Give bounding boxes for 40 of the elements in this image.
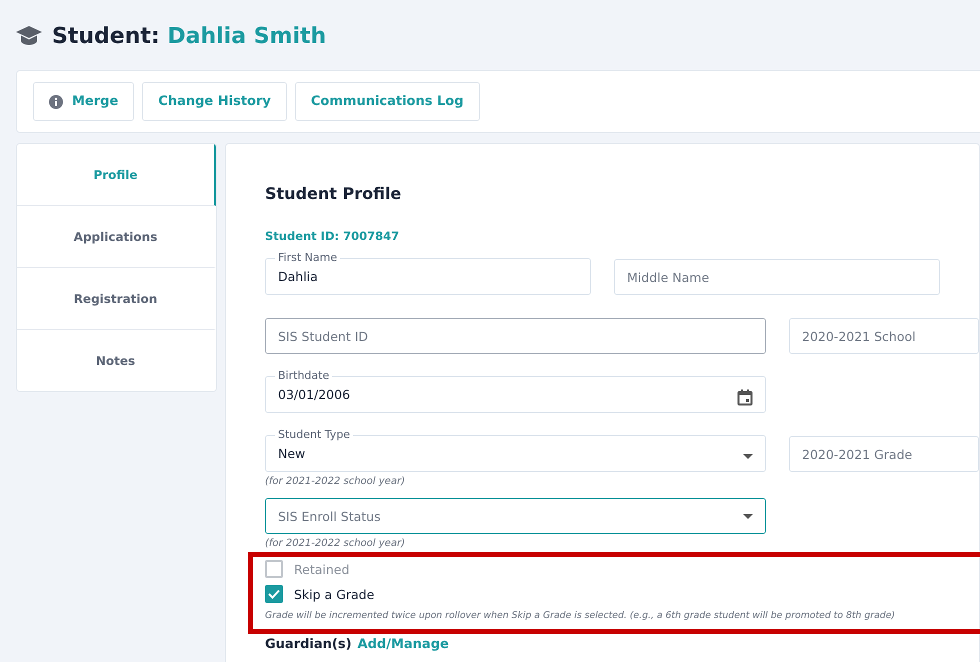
date-field[interactable]: Birthdate 03/01/2006 bbox=[265, 369, 766, 413]
select-field[interactable]: Student Type New bbox=[265, 428, 766, 472]
dropdown-caret-icon[interactable] bbox=[743, 454, 753, 459]
field-label: Student Type bbox=[277, 428, 352, 442]
guardians-label: Guardian(s) bbox=[265, 637, 352, 652]
calendar-icon[interactable] bbox=[737, 389, 753, 406]
field-placeholder: 2020-2021 Grade bbox=[802, 446, 912, 462]
check-icon bbox=[268, 589, 280, 599]
input-field[interactable]: 2020-2021 Grade bbox=[789, 436, 979, 472]
field-value: 03/01/2006 bbox=[278, 387, 350, 402]
input-field[interactable]: Middle Name bbox=[614, 259, 940, 295]
checkbox-label: Skip a Grade bbox=[294, 586, 374, 602]
graduation-cap-icon bbox=[16, 26, 42, 46]
checkbox[interactable] bbox=[265, 585, 283, 603]
section-heading: Student Profile bbox=[265, 184, 402, 203]
checkbox-label: Retained bbox=[294, 562, 350, 576]
field-placeholder: SIS Student ID bbox=[278, 328, 368, 344]
field-hint: (for 2021-2022 school year) bbox=[265, 476, 406, 488]
student-id: Student ID: 7007847 bbox=[265, 229, 400, 243]
field-placeholder: SIS Enroll Status bbox=[278, 508, 381, 524]
field-label: First Name bbox=[277, 251, 338, 265]
field-hint: (for 2021-2022 school year) bbox=[265, 538, 406, 550]
action-button[interactable]: Communications Log bbox=[294, 82, 480, 121]
page-title: Student: Dahlia Smith bbox=[52, 24, 326, 48]
field-value: New bbox=[278, 446, 306, 461]
field-placeholder: 2020-2021 School bbox=[802, 328, 916, 344]
action-button[interactable]: Merge bbox=[33, 82, 134, 121]
action-button[interactable]: Change History bbox=[142, 82, 287, 121]
add-manage-link[interactable]: Add/Manage bbox=[358, 637, 449, 652]
dropdown-caret-icon[interactable] bbox=[743, 514, 753, 518]
field-placeholder: Middle Name bbox=[627, 270, 710, 284]
input-field[interactable]: First Name Dahlia bbox=[265, 251, 591, 295]
input-field[interactable]: SIS Student ID bbox=[265, 318, 766, 354]
input-field[interactable]: 2020-2021 School bbox=[789, 318, 979, 354]
info-icon bbox=[49, 94, 63, 108]
help-text: Grade will be incremented twice upon rollover when Skip a Grade is selected. (e.g., a 6th grade student will be promoted to 8th grade) bbox=[265, 610, 896, 621]
sidebar-tab[interactable]: Profile bbox=[17, 144, 216, 206]
field-value: Dahlia bbox=[278, 269, 318, 284]
field-label: Birthdate bbox=[277, 369, 330, 383]
select-field[interactable]: SIS Enroll Status bbox=[265, 498, 766, 534]
